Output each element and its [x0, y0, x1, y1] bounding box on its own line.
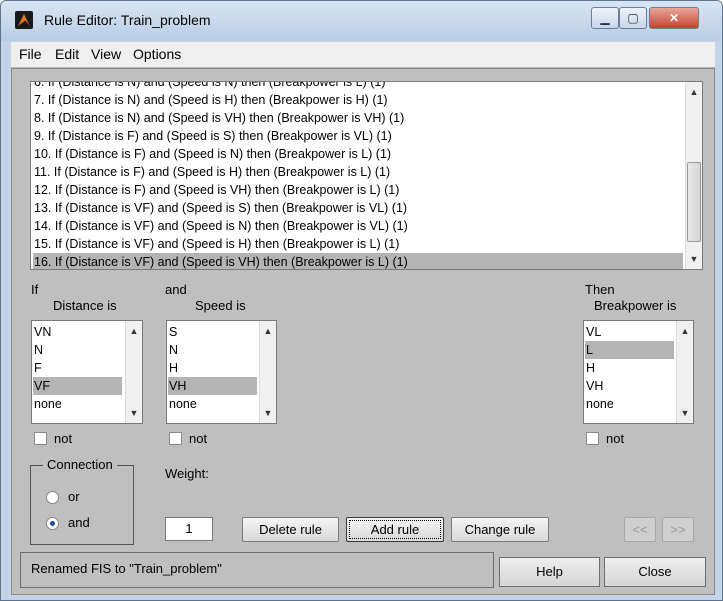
breakpower-option-selected[interactable]: L — [585, 341, 674, 359]
breakpower-not-label: not — [606, 431, 625, 446]
rule-line[interactable]: 12. If (Distance is F) and (Speed is VH)… — [33, 181, 683, 199]
weight-input[interactable]: 1 — [165, 517, 213, 541]
scroll-down-arrow-icon[interactable]: ▼ — [677, 405, 693, 421]
matlab-app-icon — [15, 11, 33, 29]
breakpower-scrollbar[interactable]: ▲ ▼ — [676, 321, 693, 423]
scroll-thumb[interactable] — [687, 162, 701, 242]
distance-option-selected[interactable]: VF — [33, 377, 122, 395]
window-title: Rule Editor: Train_problem — [44, 12, 211, 28]
breakpower-option[interactable]: none — [585, 395, 674, 413]
menu-file[interactable]: File — [19, 46, 42, 62]
minimize-button[interactable]: ▁ — [591, 7, 619, 29]
menu-bar: File Edit View Options — [11, 42, 715, 68]
menu-edit[interactable]: Edit — [55, 46, 79, 62]
rule-line[interactable]: 8. If (Distance is N) and (Speed is VH) … — [33, 109, 683, 127]
scroll-down-arrow-icon[interactable]: ▼ — [260, 405, 276, 421]
distance-not-checkbox[interactable] — [34, 432, 47, 445]
speed-option[interactable]: none — [168, 395, 257, 413]
distance-option[interactable]: VN — [33, 323, 122, 341]
breakpower-listbox[interactable]: VL L H VH none ▲ ▼ — [583, 320, 694, 424]
rule-editor-window: Rule Editor: Train_problem ▁ ▢ ✕ File Ed… — [0, 0, 723, 601]
add-rule-button[interactable]: Add rule — [346, 517, 444, 542]
rule-line-selected[interactable]: 16. If (Distance is VF) and (Speed is VH… — [33, 253, 683, 269]
or-radio[interactable] — [46, 491, 59, 504]
status-bar: Renamed FIS to "Train_problem" — [20, 552, 494, 588]
menu-options[interactable]: Options — [133, 46, 181, 62]
scroll-down-arrow-icon[interactable]: ▼ — [126, 405, 142, 421]
rule-line[interactable]: 13. If (Distance is VF) and (Speed is S)… — [33, 199, 683, 217]
delete-rule-button[interactable]: Delete rule — [242, 517, 339, 542]
change-rule-button[interactable]: Change rule — [451, 517, 549, 542]
status-message: Renamed FIS to "Train_problem" — [31, 561, 222, 576]
distance-scrollbar[interactable]: ▲ ▼ — [125, 321, 142, 423]
previous-rule-button[interactable]: << — [624, 517, 656, 542]
breakpower-option[interactable]: VH — [585, 377, 674, 395]
menu-view[interactable]: View — [91, 46, 121, 62]
distance-option[interactable]: none — [33, 395, 122, 413]
breakpower-not-checkbox[interactable] — [586, 432, 599, 445]
speed-listbox[interactable]: S N H VH none ▲ ▼ — [166, 320, 277, 424]
rule-line[interactable]: 15. If (Distance is VF) and (Speed is H)… — [33, 235, 683, 253]
weight-label: Weight: — [165, 466, 209, 481]
rules-scrollbar[interactable]: ▲ ▼ — [685, 82, 702, 269]
breakpower-option[interactable]: VL — [585, 323, 674, 341]
close-button[interactable]: Close — [604, 557, 706, 587]
scroll-up-arrow-icon[interactable]: ▲ — [686, 84, 702, 100]
rules-listbox[interactable]: 6. If (Distance is N) and (Speed is N) t… — [30, 81, 703, 270]
distance-option[interactable]: N — [33, 341, 122, 359]
speed-option[interactable]: S — [168, 323, 257, 341]
rule-line[interactable]: 10. If (Distance is F) and (Speed is N) … — [33, 145, 683, 163]
connection-title: Connection — [43, 457, 117, 472]
scroll-up-arrow-icon[interactable]: ▲ — [126, 323, 142, 339]
scroll-up-arrow-icon[interactable]: ▲ — [260, 323, 276, 339]
rule-line[interactable]: 7. If (Distance is N) and (Speed is H) t… — [33, 91, 683, 109]
or-label: or — [68, 489, 80, 504]
speed-label: Speed is — [195, 298, 246, 313]
help-button[interactable]: Help — [499, 557, 600, 587]
if-label: If — [31, 282, 39, 297]
title-bar[interactable]: Rule Editor: Train_problem ▁ ▢ ✕ — [1, 1, 722, 41]
scroll-up-arrow-icon[interactable]: ▲ — [677, 323, 693, 339]
speed-option[interactable]: H — [168, 359, 257, 377]
rule-line[interactable]: 14. If (Distance is VF) and (Speed is N)… — [33, 217, 683, 235]
maximize-button[interactable]: ▢ — [619, 7, 647, 29]
speed-not-label: not — [189, 431, 208, 446]
distance-option[interactable]: F — [33, 359, 122, 377]
breakpower-option[interactable]: H — [585, 359, 674, 377]
connection-group: Connection or and — [30, 457, 134, 545]
close-window-button[interactable]: ✕ — [649, 7, 699, 29]
distance-listbox[interactable]: VN N F VF none ▲ ▼ — [31, 320, 143, 424]
speed-option-selected[interactable]: VH — [168, 377, 257, 395]
then-label: Then — [585, 282, 615, 297]
scroll-down-arrow-icon[interactable]: ▼ — [686, 251, 702, 267]
and-radio[interactable] — [46, 517, 59, 530]
speed-option[interactable]: N — [168, 341, 257, 359]
rule-line[interactable]: 6. If (Distance is N) and (Speed is N) t… — [33, 82, 683, 91]
rule-line[interactable]: 11. If (Distance is F) and (Speed is H) … — [33, 163, 683, 181]
next-rule-button[interactable]: >> — [662, 517, 694, 542]
speed-scrollbar[interactable]: ▲ ▼ — [259, 321, 276, 423]
rule-editor-panel: 6. If (Distance is N) and (Speed is N) t… — [11, 68, 715, 595]
distance-label: Distance is — [53, 298, 117, 313]
and-option-label: and — [68, 515, 90, 530]
distance-not-label: not — [54, 431, 73, 446]
breakpower-label: Breakpower is — [594, 298, 677, 313]
speed-not-checkbox[interactable] — [169, 432, 182, 445]
rule-line[interactable]: 9. If (Distance is F) and (Speed is S) t… — [33, 127, 683, 145]
and-label: and — [165, 282, 187, 297]
